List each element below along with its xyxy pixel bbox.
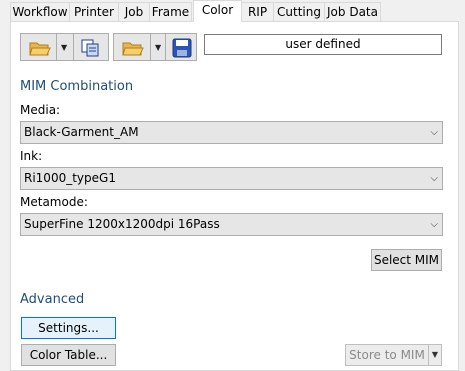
mim-combination-title: MIM Combination: [20, 79, 134, 94]
tab-frame[interactable]: Frame: [149, 2, 192, 21]
chevron-down-icon: ⌵: [430, 127, 438, 138]
tab-bar: Workflow Printer Job Frame Color RIP Cut…: [10, 0, 465, 22]
metamode-label: Metamode:: [20, 195, 88, 209]
tab-color[interactable]: Color: [193, 0, 242, 22]
open-folder-icon[interactable]: [28, 38, 52, 58]
ink-label: Ink:: [20, 149, 43, 163]
media-label: Media:: [20, 103, 61, 117]
toolbar-group-load: ▼: [20, 33, 109, 61]
chevron-down-icon[interactable]: ▼: [61, 43, 67, 52]
store-to-mim-dropdown[interactable]: ▼: [428, 344, 442, 366]
store-to-mim-button[interactable]: Store to MIM: [345, 344, 429, 366]
media-value: Black-Garment_AM: [24, 125, 139, 139]
copy-icon[interactable]: [79, 38, 103, 58]
chevron-down-icon: ⌵: [430, 173, 438, 184]
ink-value: Ri1000_typeG1: [24, 171, 116, 185]
split-divider: [56, 34, 57, 60]
tab-rip[interactable]: RIP: [241, 2, 274, 21]
tab-workflow[interactable]: Workflow: [10, 2, 70, 21]
split-divider: [150, 34, 151, 60]
chevron-down-icon[interactable]: ▼: [155, 43, 161, 52]
tab-printer[interactable]: Printer: [69, 2, 119, 21]
tab-job-data[interactable]: Job Data: [324, 2, 381, 21]
tab-job[interactable]: Job: [118, 2, 150, 21]
chevron-down-icon: ▼: [431, 350, 439, 359]
color-table-button[interactable]: Color Table...: [21, 344, 116, 366]
preset-name-field[interactable]: user defined: [204, 34, 442, 55]
toolbar-group-save: ▼: [113, 33, 197, 61]
metamode-select[interactable]: SuperFine 1200x1200dpi 16Pass ⌵: [20, 213, 443, 236]
advanced-title: Advanced: [20, 292, 85, 307]
select-mim-button[interactable]: Select MIM: [371, 249, 442, 271]
ink-select[interactable]: Ri1000_typeG1 ⌵: [20, 167, 443, 190]
metamode-value: SuperFine 1200x1200dpi 16Pass: [24, 217, 220, 231]
save-icon[interactable]: [170, 38, 194, 58]
media-select[interactable]: Black-Garment_AM ⌵: [20, 121, 443, 144]
chevron-down-icon: ⌵: [430, 219, 438, 230]
tab-cutting[interactable]: Cutting: [273, 2, 325, 21]
open-folder-icon[interactable]: [121, 38, 145, 58]
settings-button[interactable]: Settings...: [21, 317, 116, 339]
split-divider: [73, 34, 74, 60]
split-divider: [165, 34, 166, 60]
